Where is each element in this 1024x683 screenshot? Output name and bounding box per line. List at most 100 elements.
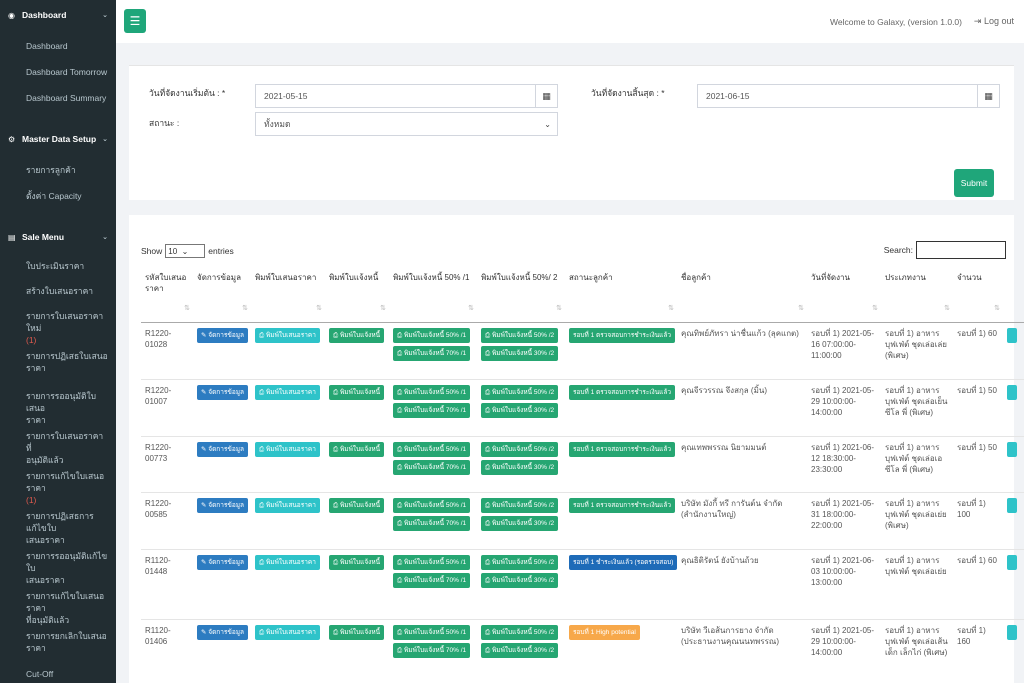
- search-input[interactable]: [916, 241, 1006, 259]
- print-invoice-70-1-button[interactable]: ⎙ พิมพ์ใบแจ้งหนี้ 70% /1: [393, 402, 471, 418]
- print-invoice-30-2-button[interactable]: ⎙ พิมพ์ใบแจ้งหนี้ 30% /2: [481, 459, 559, 475]
- manage-button[interactable]: ✎ จัดการข้อมูล: [197, 384, 248, 400]
- sidebar-item-dashboard-tomorrow[interactable]: Dashboard Tomorrow: [0, 66, 116, 92]
- print-invoice-30-2-button[interactable]: ⎙ พิมพ์ใบแจ้งหนี้ 30% /2: [481, 345, 559, 361]
- print-invoice-button[interactable]: ⎙ พิมพ์ใบแจ้งหนี้: [329, 624, 385, 640]
- end-date-input[interactable]: 2021-06-15 ▦: [697, 84, 1000, 108]
- status-badge: รอบที่ 1 ตรวจสอบการชำระเงินแล้ว: [569, 441, 675, 457]
- logout-link[interactable]: ⇥ Log out: [974, 16, 1014, 27]
- print-invoice-50-1-button[interactable]: ⎙ พิมพ์ใบแจ้งหนี้ 50% /1: [393, 554, 471, 570]
- sidebar-item-dashboard[interactable]: Dashboard: [0, 40, 116, 66]
- submit-button[interactable]: Submit: [954, 169, 994, 197]
- print-invoice-70-1-button[interactable]: ⎙ พิมพ์ใบแจ้งหนี้ 70% /1: [393, 642, 471, 658]
- sidebar-item-customers[interactable]: รายการลูกค้า: [0, 164, 116, 190]
- sidebar-item-label: ราคา: [26, 643, 46, 653]
- calendar-icon[interactable]: ▦: [977, 85, 999, 107]
- column-header[interactable]: สถานะลูกค้า ⇅: [565, 270, 677, 323]
- sidebar-item-rejected-quotes[interactable]: รายการปฏิเสธใบเสนอ ราคา: [0, 350, 116, 390]
- print-invoice-50-2-button[interactable]: ⎙ พิมพ์ใบแจ้งหนี้ 50% /2: [481, 327, 559, 343]
- page-length-value: 10: [168, 246, 178, 256]
- print-quote-button[interactable]: ⎙ พิมพ์ใบเสนอราคา: [255, 497, 320, 513]
- more-action-button[interactable]: [1007, 441, 1017, 457]
- column-header[interactable]: ชื่อลูกค้า ⇅: [677, 270, 807, 323]
- sidebar-item-cancelled-quotes[interactable]: รายการยกเลิกใบเสนอ ราคา: [0, 630, 116, 668]
- sidebar-item-approved-edits[interactable]: รายการแก้ไขใบเสนอราคา ที่อนุมัติแล้ว: [0, 590, 116, 630]
- filter-panel: วันที่จัดงานเริ่มต้น : * 2021-05-15 ▦ วั…: [129, 65, 1014, 200]
- print-invoice-30-2-button[interactable]: ⎙ พิมพ์ใบแจ้งหนี้ 30% /2: [481, 572, 559, 588]
- manage-button[interactable]: ✎ จัดการข้อมูล: [197, 327, 248, 343]
- print-invoice-70-1-button[interactable]: ⎙ พิมพ์ใบแจ้งหนี้ 70% /1: [393, 572, 471, 588]
- sidebar-item-rejected-edits[interactable]: รายการปฏิเสธการแก้ไขใบ เสนอราคา: [0, 510, 116, 550]
- print-invoice-30-2-button[interactable]: ⎙ พิมพ์ใบแจ้งหนี้ 30% /2: [481, 402, 559, 418]
- print-invoice-button[interactable]: ⎙ พิมพ์ใบแจ้งหนี้: [329, 384, 385, 400]
- manage-button[interactable]: ✎ จัดการข้อมูล: [197, 497, 248, 513]
- print-invoice-50-2-button[interactable]: ⎙ พิมพ์ใบแจ้งหนี้ 50% /2: [481, 384, 559, 400]
- sidebar-item-edit-quotes[interactable]: รายการแก้ไขใบเสนอราคา (1): [0, 470, 116, 510]
- page-length-select[interactable]: 10 ⌄: [165, 244, 206, 258]
- print-invoice-70-1-button[interactable]: ⎙ พิมพ์ใบแจ้งหนี้ 70% /1: [393, 345, 471, 361]
- column-header[interactable]: พิมพ์ใบแจ้งหนี้ 50%/ 2 ⇅: [477, 270, 565, 323]
- sidebar-item-create-quote[interactable]: สร้างใบเสนอราคา: [0, 285, 116, 310]
- more-action-button[interactable]: [1007, 327, 1017, 343]
- manage-button[interactable]: ✎ จัดการข้อมูล: [197, 441, 248, 457]
- print-quote-button[interactable]: ⎙ พิมพ์ใบเสนอราคา: [255, 327, 320, 343]
- print-invoice-50-1-button[interactable]: ⎙ พิมพ์ใบแจ้งหนี้ 50% /1: [393, 497, 471, 513]
- print-invoice-30-2-button[interactable]: ⎙ พิมพ์ใบแจ้งหนี้ 30% /2: [481, 642, 559, 658]
- manage-button[interactable]: ✎ จัดการข้อมูล: [197, 624, 248, 640]
- print-invoice-70-1-button[interactable]: ⎙ พิมพ์ใบแจ้งหนี้ 70% /1: [393, 515, 471, 531]
- calendar-icon[interactable]: ▦: [535, 85, 557, 107]
- status-badge: รอบที่ 1 High potential: [569, 624, 640, 640]
- print-invoice-50-2-button[interactable]: ⎙ พิมพ์ใบแจ้งหนี้ 50% /2: [481, 441, 559, 457]
- print-quote-button[interactable]: ⎙ พิมพ์ใบเสนอราคา: [255, 384, 320, 400]
- print-invoice-button[interactable]: ⎙ พิมพ์ใบแจ้งหนี้: [329, 554, 385, 570]
- sidebar-section-dashboard[interactable]: ◉ Dashboard ⌄: [0, 0, 116, 30]
- print-invoice-70-1-button[interactable]: ⎙ พิมพ์ใบแจ้งหนี้ 70% /1: [393, 459, 471, 475]
- column-header[interactable]: พิมพ์ใบแจ้งหนี้ 50% /1 ⇅: [389, 270, 477, 323]
- more-action-button[interactable]: [1007, 554, 1017, 570]
- column-header[interactable]: พิมพ์ใบแจ้งหนี้ ⇅: [325, 270, 389, 323]
- more-action-button[interactable]: [1007, 624, 1017, 640]
- entries-label: entries: [208, 246, 234, 256]
- status-badge: รอบที่ 1 ตรวจสอบการชำระเงินแล้ว: [569, 384, 675, 400]
- print-invoice-50-2-button[interactable]: ⎙ พิมพ์ใบแจ้งหนี้ 50% /2: [481, 624, 559, 640]
- column-header[interactable]: จัดการข้อมูล ⇅: [193, 270, 251, 323]
- print-quote-button[interactable]: ⎙ พิมพ์ใบเสนอราคา: [255, 441, 320, 457]
- print-invoice-50-2-button[interactable]: ⎙ พิมพ์ใบแจ้งหนี้ 50% /2: [481, 554, 559, 570]
- print-invoice-50-1-button[interactable]: ⎙ พิมพ์ใบแจ้งหนี้ 50% /1: [393, 384, 471, 400]
- customer-name: คุณทิพย์ภัทรา น่าชื่นแก้ว (ลุคแกต): [677, 322, 807, 380]
- manage-button[interactable]: ✎ จัดการข้อมูล: [197, 554, 248, 570]
- column-header[interactable]: ⇅: [1003, 270, 1024, 323]
- sidebar-section-master-data[interactable]: ⚙ Master Data Setup ⌄: [0, 124, 116, 154]
- sidebar-item-quote-estimate[interactable]: ใบประเมินราคา: [0, 260, 116, 285]
- print-invoice-button[interactable]: ⎙ พิมพ์ใบแจ้งหนี้: [329, 327, 385, 343]
- column-header[interactable]: ประเภทงาน ⇅: [881, 270, 953, 323]
- print-invoice-30-2-button[interactable]: ⎙ พิมพ์ใบแจ้งหนี้ 30% /2: [481, 515, 559, 531]
- print-invoice-button[interactable]: ⎙ พิมพ์ใบแจ้งหนี้: [329, 497, 385, 513]
- print-quote-button[interactable]: ⎙ พิมพ์ใบเสนอราคา: [255, 624, 320, 640]
- sidebar-item-capacity[interactable]: ตั้งค่า Capacity: [0, 190, 116, 216]
- column-header[interactable]: จำนวน ⇅: [953, 270, 1003, 323]
- chevron-down-icon: ⌄: [102, 12, 108, 19]
- print-invoice-50-1-button[interactable]: ⎙ พิมพ์ใบแจ้งหนี้ 50% /1: [393, 441, 471, 457]
- column-header[interactable]: รหัสใบเสนอราคา ⇅: [141, 270, 193, 323]
- table-panel: Show 10 ⌄ entries Search: รหัสใบเสนอราคา…: [129, 215, 1024, 683]
- start-date-input[interactable]: 2021-05-15 ▦: [255, 84, 558, 108]
- menu-toggle-button[interactable]: ☰: [124, 9, 146, 33]
- column-header[interactable]: วันที่จัดงาน ⇅: [807, 270, 881, 323]
- status-select[interactable]: ทั้งหมด ⌄: [255, 112, 558, 136]
- sidebar-item-pending-approval[interactable]: รายการรออนุมัติใบเสนอ ราคา: [0, 390, 116, 430]
- print-invoice-50-1-button[interactable]: ⎙ พิมพ์ใบแจ้งหนี้ 50% /1: [393, 624, 471, 640]
- more-action-button[interactable]: [1007, 497, 1017, 513]
- sidebar-item-cutoff[interactable]: Cut-Off: [0, 668, 116, 683]
- print-quote-button[interactable]: ⎙ พิมพ์ใบเสนอราคา: [255, 554, 320, 570]
- sidebar-item-dashboard-summary[interactable]: Dashboard Summary: [0, 92, 116, 118]
- sidebar-section-sale-menu[interactable]: ▤ Sale Menu ⌄: [0, 222, 116, 252]
- sidebar-item-new-quotes[interactable]: รายการใบเสนอราคาใหม่ (1): [0, 310, 116, 350]
- print-invoice-button[interactable]: ⎙ พิมพ์ใบแจ้งหนี้: [329, 441, 385, 457]
- column-header[interactable]: พิมพ์ใบเสนอราคา ⇅: [251, 270, 325, 323]
- more-action-button[interactable]: [1007, 384, 1017, 400]
- sidebar-item-approved-quotes[interactable]: รายการใบเสนอราคาที่ อนุมัติแล้ว: [0, 430, 116, 470]
- print-invoice-50-1-button[interactable]: ⎙ พิมพ์ใบแจ้งหนี้ 50% /1: [393, 327, 471, 343]
- sidebar-item-pending-edits[interactable]: รายการรออนุมัติแก้ไขใบ เสนอราคา: [0, 550, 116, 590]
- print-invoice-50-2-button[interactable]: ⎙ พิมพ์ใบแจ้งหนี้ 50% /2: [481, 497, 559, 513]
